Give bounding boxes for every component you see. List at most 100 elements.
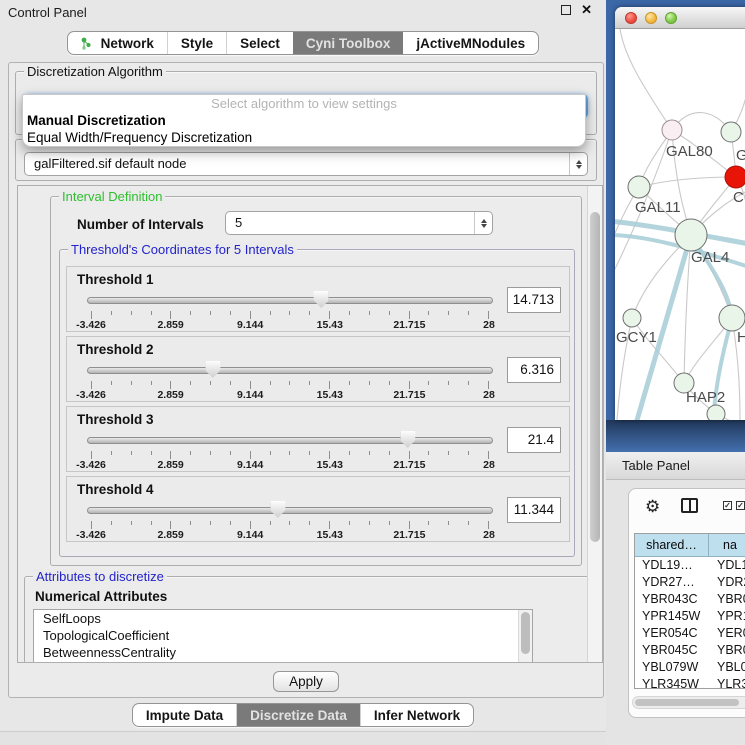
node-gal80[interactable] bbox=[662, 120, 682, 140]
settings-scrollbar-thumb[interactable] bbox=[590, 212, 600, 542]
gear-icon[interactable]: ⚙ bbox=[645, 497, 660, 517]
list-scrollbar[interactable] bbox=[518, 610, 532, 663]
list-scrollbar-thumb[interactable] bbox=[521, 612, 530, 654]
slider-thumb[interactable] bbox=[400, 431, 415, 448]
threshold-slider[interactable]: -3.4262.8599.14415.4321.71528 bbox=[87, 429, 493, 471]
network-graph: GAL80 GA C GAL11 GAL4 GCY1 H HAP2 bbox=[615, 29, 745, 420]
threshold-panel: Threshold 4 -3.4262.8599.14415.4321.7152… bbox=[66, 476, 570, 542]
node-bottom[interactable] bbox=[707, 405, 725, 420]
node-gal11[interactable] bbox=[628, 176, 650, 198]
column-header-shared-name[interactable]: shared… bbox=[635, 534, 709, 556]
network-canvas[interactable]: GAL80 GA C GAL11 GAL4 GCY1 H HAP2 bbox=[615, 29, 745, 420]
checkbox-icon[interactable]: ✓ bbox=[723, 501, 732, 510]
threshold-slider[interactable]: -3.4262.8599.14415.4321.71528 bbox=[87, 359, 493, 401]
slider-track[interactable] bbox=[87, 297, 493, 304]
slider-thumb[interactable] bbox=[314, 291, 329, 308]
table-row[interactable]: YBR045C YBR0 bbox=[635, 642, 745, 659]
network-view-window[interactable]: GAL80 GA C GAL11 GAL4 GCY1 H HAP2 bbox=[615, 7, 745, 420]
threshold-panel: Threshold 1 -3.4262.8599.14415.4321.7152… bbox=[66, 266, 570, 332]
apply-button[interactable]: Apply bbox=[273, 671, 339, 692]
slider-thumb[interactable] bbox=[270, 501, 285, 518]
attributes-listbox[interactable]: SelfLoops TopologicalCoefficient Between… bbox=[33, 609, 533, 663]
num-intervals-combobox[interactable]: 5 bbox=[225, 211, 493, 235]
table-row[interactable]: YDL19… YDL1 bbox=[635, 557, 745, 574]
threshold-slider[interactable]: -3.4262.8599.14415.4321.71528 bbox=[87, 499, 493, 541]
table-row[interactable]: YER054C YER0 bbox=[635, 625, 745, 642]
threshold-value-field[interactable]: 21.4 bbox=[507, 427, 561, 453]
bottom-tabstrip: Impute Data Discretize Data Infer Networ… bbox=[132, 703, 474, 727]
top-tab[interactable]: Cyni Toolbox bbox=[293, 32, 404, 54]
node-selected-red[interactable] bbox=[725, 166, 745, 188]
thresholds-group: Threshold's Coordinates for 5 Intervals … bbox=[59, 249, 575, 557]
thresholds-group-title: Threshold's Coordinates for 5 Intervals bbox=[68, 242, 297, 257]
zoom-traffic-light-icon[interactable] bbox=[665, 12, 677, 24]
checkbox-icon[interactable]: ✓ bbox=[736, 501, 745, 510]
cell-name: YDL1 bbox=[709, 557, 745, 574]
network-window-titlebar[interactable] bbox=[615, 7, 745, 29]
node-top-right[interactable] bbox=[721, 122, 741, 142]
top-tab[interactable]: jActiveMNodules bbox=[403, 32, 538, 54]
threshold-panel: Threshold 3 -3.4262.8599.14415.4321.7152… bbox=[66, 406, 570, 472]
attribute-list-item[interactable]: BetweennessCentrality bbox=[34, 644, 532, 661]
top-tab[interactable]: Network bbox=[68, 32, 167, 54]
combo-stepper-icon[interactable] bbox=[474, 212, 492, 234]
table-row[interactable]: YLR345W YLR3 bbox=[635, 676, 745, 689]
interval-definition-group: Interval Definition Number of Intervals … bbox=[50, 196, 582, 566]
status-strip bbox=[0, 732, 606, 745]
table-scrollbar-thumb[interactable] bbox=[635, 699, 739, 706]
threshold-slider[interactable]: -3.4262.8599.14415.4321.71528 bbox=[87, 289, 493, 331]
slider-tick-labels: -3.4262.8599.14415.4321.71528 bbox=[91, 459, 489, 471]
bottom-tab[interactable]: Infer Network bbox=[360, 704, 473, 726]
attribute-list-item[interactable]: TopologicalCoefficient bbox=[34, 627, 532, 644]
threshold-panel: Threshold 2 -3.4262.8599.14415.4321.7152… bbox=[66, 336, 570, 402]
network-window-frame: GAL80 GA C GAL11 GAL4 GCY1 H HAP2 bbox=[606, 0, 745, 452]
settings-scrollpane: Interval Definition Number of Intervals … bbox=[17, 185, 603, 663]
table-panel-titlebar: Table Panel bbox=[606, 452, 745, 480]
bottom-tab[interactable]: Impute Data bbox=[133, 704, 236, 726]
threshold-value-field[interactable]: 14.713 bbox=[507, 287, 561, 313]
dropdown-option[interactable]: Equal Width/Frequency Discretization bbox=[23, 129, 585, 146]
split-view-icon[interactable] bbox=[681, 498, 698, 513]
cell-shared-name: YBR043C bbox=[635, 591, 709, 608]
algorithm-dropdown-popup: Select algorithm to view settings Manual… bbox=[22, 94, 586, 147]
bottom-tab-label: Impute Data bbox=[146, 708, 223, 723]
node-label-ga: GA bbox=[736, 147, 745, 164]
table-body: YDL19… YDL1 YDR27… YDR2 YBR043C YBR0 bbox=[635, 557, 745, 689]
threshold-value-field[interactable]: 11.344 bbox=[507, 497, 561, 523]
bottom-tab[interactable]: Discretize Data bbox=[236, 704, 360, 726]
combo-stepper-icon[interactable] bbox=[569, 153, 587, 175]
cell-name: YLR3 bbox=[709, 676, 745, 689]
table-data-combobox[interactable]: galFiltered.sif default node bbox=[24, 152, 588, 176]
column-header-name[interactable]: na bbox=[709, 534, 745, 556]
top-tab-bar: Network Style Select bbox=[0, 31, 606, 55]
settings-scrollbar[interactable] bbox=[587, 186, 602, 662]
table-row[interactable]: YDR27… YDR2 bbox=[635, 574, 745, 591]
close-icon[interactable]: ✕ bbox=[581, 5, 592, 15]
node-gal4[interactable] bbox=[675, 219, 707, 251]
minimize-traffic-light-icon[interactable] bbox=[645, 12, 657, 24]
slider-track[interactable] bbox=[87, 507, 493, 514]
dropdown-option[interactable]: Manual Discretization bbox=[23, 112, 585, 129]
dropdown-option-label: Manual Discretization bbox=[27, 113, 166, 128]
cell-shared-name: YLR345W bbox=[635, 676, 709, 689]
table-row[interactable]: YBL079W YBL0 bbox=[635, 659, 745, 676]
slider-thumb[interactable] bbox=[205, 361, 220, 378]
float-window-icon[interactable] bbox=[561, 5, 571, 15]
close-traffic-light-icon[interactable] bbox=[625, 12, 637, 24]
top-tab[interactable]: Select bbox=[226, 32, 293, 54]
top-tab[interactable]: Style bbox=[167, 32, 226, 54]
node-gcy1[interactable] bbox=[623, 309, 641, 327]
node-right-mid[interactable] bbox=[719, 305, 745, 331]
table-row[interactable]: YPR145W YPR1 bbox=[635, 608, 745, 625]
slider-ticks bbox=[91, 521, 489, 529]
top-tab-label: jActiveMNodules bbox=[416, 36, 525, 51]
cell-name: YBL0 bbox=[709, 659, 745, 676]
network-nodes[interactable] bbox=[623, 120, 745, 420]
slider-track[interactable] bbox=[87, 367, 493, 374]
attribute-list-item[interactable]: SelfLoops bbox=[34, 610, 532, 627]
table-row[interactable]: YBR043C YBR0 bbox=[635, 591, 745, 608]
dropdown-placeholder-option[interactable]: Select algorithm to view settings bbox=[23, 95, 585, 112]
slider-track[interactable] bbox=[87, 437, 493, 444]
table-horizontal-scrollbar[interactable] bbox=[632, 696, 745, 709]
threshold-value-field[interactable]: 6.316 bbox=[507, 357, 561, 383]
